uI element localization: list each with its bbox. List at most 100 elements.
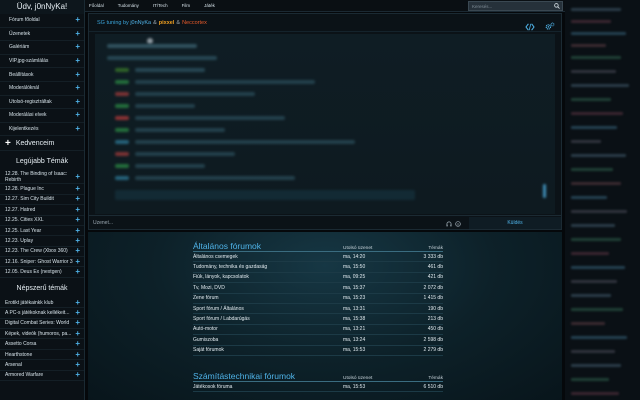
plus-icon: + bbox=[75, 28, 80, 38]
menu-item-logout[interactable]: Kijelentkezés + bbox=[0, 123, 84, 137]
blurred-content bbox=[571, 20, 611, 23]
popular-topic-item[interactable]: A PC-s játékoknak kellékeit... + bbox=[0, 308, 84, 319]
latest-topic-item[interactable]: 12.28. The Binding of Isaac: Rebirth + bbox=[0, 171, 84, 185]
forum-category-title[interactable]: Számítástechnikai fórumok bbox=[193, 371, 343, 381]
blurred-content bbox=[571, 252, 609, 255]
search-input[interactable] bbox=[469, 2, 553, 10]
forum-name[interactable]: Gumiszoba bbox=[193, 337, 343, 343]
forum-row[interactable]: Általános csemegek ma, 14:20 3 333 db bbox=[193, 252, 443, 263]
latest-topic-item[interactable]: 12.16. Sniper: Ghost Warrior 3 + bbox=[0, 257, 84, 268]
blurred-content bbox=[571, 336, 627, 339]
menu-item-forum-home[interactable]: Fórum főoldal + bbox=[0, 14, 84, 28]
forum-name[interactable]: Játékosok fóruma bbox=[193, 384, 343, 390]
shoutbox-user-link[interactable]: j0nNyKa bbox=[130, 20, 151, 26]
smiley-icon[interactable] bbox=[455, 214, 461, 232]
latest-topic-item[interactable]: 12.23. Uplay + bbox=[0, 236, 84, 247]
forum-category-title[interactable]: Általános fórumok bbox=[193, 241, 343, 251]
latest-topic-item[interactable]: 12.25. Last Year + bbox=[0, 226, 84, 237]
popular-topic-item[interactable]: Hearthstone + bbox=[0, 350, 84, 361]
right-blurred-panel bbox=[565, 0, 640, 400]
column-header-last-post: Utolsó üzenet bbox=[343, 246, 373, 251]
blurred-message bbox=[107, 56, 217, 60]
popular-topic-item[interactable]: Assetto Corsa + bbox=[0, 339, 84, 350]
input-icons bbox=[446, 214, 461, 232]
latest-topic-item[interactable]: 12.27. Hatred + bbox=[0, 205, 84, 216]
nav-link-games[interactable]: Játék bbox=[197, 3, 222, 8]
plus-icon: + bbox=[5, 137, 11, 149]
menu-item-moderators[interactable]: Moderálóknál + bbox=[0, 82, 84, 96]
popular-topic-item[interactable]: Arsenal + bbox=[0, 360, 84, 371]
forum-row[interactable]: Sport fórum / Labdarúgás ma, 15:38 213 db bbox=[193, 314, 443, 325]
forum-name[interactable]: Autó-motor bbox=[193, 326, 343, 332]
forum-name[interactable]: Általános csemegek bbox=[193, 254, 343, 260]
forum-row[interactable]: Játékosok fóruma ma, 15:53 6 510 db bbox=[193, 382, 443, 393]
forum-name[interactable]: Tv, Mozi, DVD bbox=[193, 285, 343, 291]
menu-item-moderation-rules[interactable]: Moderálási elvek + bbox=[0, 109, 84, 123]
headphones-icon[interactable] bbox=[446, 214, 452, 232]
popular-topic-item[interactable]: Erotikt játékainkk klub + bbox=[0, 298, 84, 309]
blurred-content bbox=[571, 280, 617, 283]
latest-topic-item[interactable]: 12.27. Sim City Buildit + bbox=[0, 195, 84, 206]
popular-topic-item[interactable]: Digital Combat Series: World + bbox=[0, 319, 84, 330]
forum-row[interactable]: Sport fórum / Általános ma, 13:31 190 db bbox=[193, 304, 443, 315]
forum-row[interactable]: Tv, Mozi, DVD ma, 15:37 2 072 db bbox=[193, 283, 443, 294]
send-button[interactable]: Küldés bbox=[469, 216, 561, 229]
forum-category-general: Általános fórumok Utolsó üzenet Témák Ál… bbox=[193, 238, 443, 356]
search-box bbox=[468, 1, 563, 11]
message-input[interactable] bbox=[89, 216, 449, 229]
menu-item-latest-registered[interactable]: Utolsó-regisztráltak + bbox=[0, 96, 84, 110]
top-nav-bar: Főoldal Tudomány IT/Tech Film Játék bbox=[85, 0, 565, 12]
forum-name[interactable]: Saját fórumok bbox=[193, 347, 343, 353]
forum-category-header: Számítástechnikai fórumok Utolsó üzenet … bbox=[193, 368, 443, 382]
latest-topic-item[interactable]: 12.25. Cities XXL + bbox=[0, 216, 84, 226]
forum-name[interactable]: Fiúk, lányok, kapcsolatok bbox=[193, 274, 343, 280]
shoutbox-user-link[interactable]: Neccortex bbox=[182, 20, 207, 26]
blurred-content bbox=[571, 70, 616, 73]
blurred-message bbox=[135, 176, 295, 180]
forum-last-post: ma, 13:24 bbox=[343, 336, 366, 343]
latest-topic-item[interactable]: 12.05. Deus Ex (nextgen) + bbox=[0, 267, 84, 278]
forum-last-post: ma, 15:23 bbox=[343, 295, 366, 302]
shoutbox-header: SG tuning by j0nNyKa & pixxel & Neccorte… bbox=[89, 14, 561, 32]
menu-item-gallery[interactable]: Galériám + bbox=[0, 41, 84, 55]
nav-link-film[interactable]: Film bbox=[175, 3, 198, 8]
latest-topic-item[interactable]: 12.23. The Crew (Xbox 360) + bbox=[0, 247, 84, 258]
shoutbox-messages bbox=[95, 34, 555, 214]
blurred-message bbox=[115, 68, 129, 72]
forum-name[interactable]: Zene fórum bbox=[193, 295, 343, 301]
forum-row[interactable]: Tudomány, technika és gazdaság ma, 15:50 4… bbox=[193, 262, 443, 273]
forum-row[interactable]: Fiúk, lányok, kapcsolatok ma, 09:25 421 db bbox=[193, 273, 443, 284]
blurred-message bbox=[115, 176, 129, 180]
nav-link-home[interactable]: Főoldal bbox=[85, 3, 111, 8]
blurred-content bbox=[571, 140, 601, 143]
left-sidebar: Üdv, j0nNyKa! Fórum főoldal + Üzenetek + G… bbox=[0, 0, 85, 400]
popular-topic-item[interactable]: Armored Warfare + bbox=[0, 371, 84, 381]
favorites-toggle[interactable]: + Kedvenceim bbox=[0, 136, 84, 152]
menu-item-messages[interactable]: Üzenetek + bbox=[0, 28, 84, 42]
forum-last-post: ma, 15:37 bbox=[343, 284, 366, 291]
search-icon[interactable] bbox=[552, 2, 562, 10]
plus-icon: + bbox=[75, 83, 80, 93]
forum-row[interactable]: Zene fórum ma, 15:23 1 415 db bbox=[193, 294, 443, 304]
blurred-content bbox=[571, 210, 627, 213]
forum-name[interactable]: Sport fórum / Labdarúgás bbox=[193, 316, 343, 322]
forum-index: Általános fórumok Utolsó üzenet Témák Ál… bbox=[88, 232, 562, 400]
plus-icon: + bbox=[75, 110, 80, 120]
forum-name[interactable]: Sport fórum / Általános bbox=[193, 306, 343, 312]
shoutbox-user-link[interactable]: pixxel bbox=[159, 20, 175, 26]
menu-item-vip[interactable]: VIP.jpg-számlálás + bbox=[0, 55, 84, 69]
topic-text: 12.05. Deus Ex (nextgen) bbox=[5, 269, 62, 276]
forum-topic-count: 1 415 db bbox=[423, 295, 443, 302]
forum-row[interactable]: Gumiszoba ma, 13:24 2 598 db bbox=[193, 335, 443, 346]
forum-name[interactable]: Tudomány, technika és gazdaság bbox=[193, 264, 343, 270]
latest-topic-item[interactable]: 12.28. Plague Inc + bbox=[0, 184, 84, 195]
menu-item-label: Utolsó-regisztráltak bbox=[9, 98, 52, 105]
nav-link-ittech[interactable]: IT/Tech bbox=[146, 3, 175, 8]
scrollbar-thumb[interactable] bbox=[543, 184, 546, 198]
nav-link-science[interactable]: Tudomány bbox=[111, 3, 146, 8]
popular-topic-item[interactable]: Képek, videók (humoros, pa... + bbox=[0, 329, 84, 340]
forum-row[interactable]: Saját fórumok ma, 15:53 2 279 db bbox=[193, 346, 443, 356]
forum-row[interactable]: Autó-motor ma, 13:21 450 db bbox=[193, 325, 443, 336]
blurred-content bbox=[571, 112, 623, 115]
menu-item-settings[interactable]: Beállítások + bbox=[0, 68, 84, 82]
